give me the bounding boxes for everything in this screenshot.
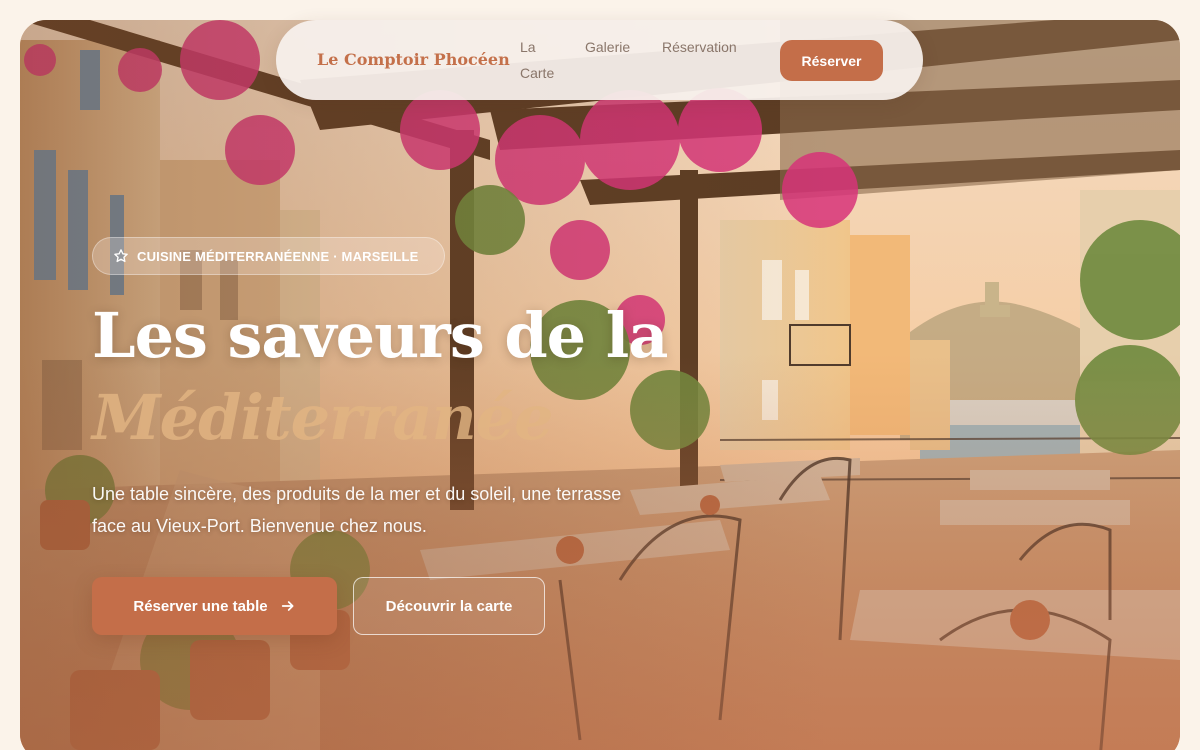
- badge-label: CUISINE MÉDITERRANÉENNE · MARSEILLE: [137, 248, 419, 264]
- reserve-table-label: Réserver une table: [133, 597, 268, 615]
- top-navigation: Le Comptoir Phocéen La Carte Galerie Rés…: [276, 20, 923, 100]
- hero-headline: Les saveurs de la: [92, 299, 668, 372]
- brand-logo-text[interactable]: Le Comptoir Phocéen: [317, 50, 510, 69]
- nav-link-la-carte[interactable]: La Carte: [520, 34, 560, 86]
- discover-menu-button[interactable]: Découvrir la carte: [353, 577, 545, 635]
- star-icon: [114, 249, 128, 263]
- nav-link-reservation[interactable]: Réservation: [662, 34, 737, 60]
- hero-headline-accent: Méditerranée: [92, 381, 554, 454]
- reserve-table-button[interactable]: Réserver une table: [92, 577, 337, 635]
- cuisine-badge: CUISINE MÉDITERRANÉENNE · MARSEILLE: [92, 237, 445, 275]
- arrow-right-icon: [281, 601, 294, 611]
- reserve-nav-button[interactable]: Réserver: [780, 40, 883, 81]
- nav-link-galerie[interactable]: Galerie: [585, 34, 630, 60]
- hero-lead-text: Une table sincère, des produits de la me…: [92, 484, 622, 536]
